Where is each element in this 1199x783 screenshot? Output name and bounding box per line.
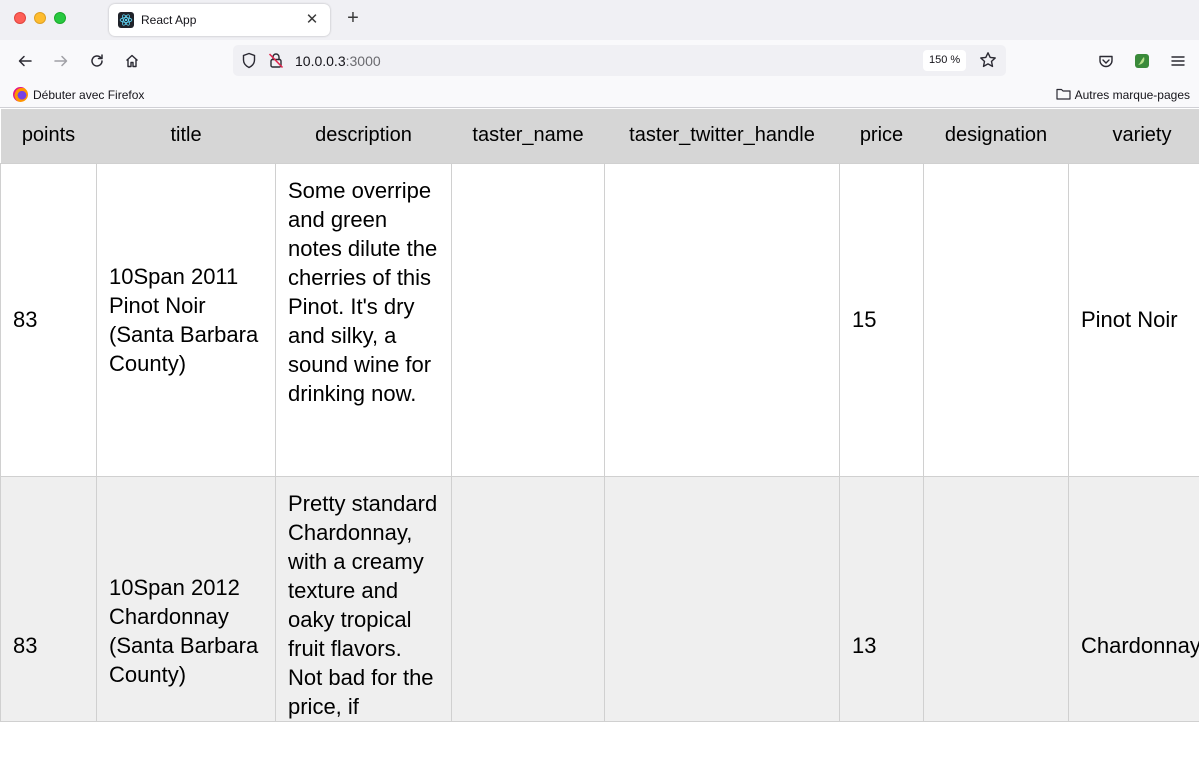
url-text[interactable]: 10.0.0.3:3000 bbox=[295, 53, 381, 69]
cell-title: 10Span 2011 Pinot Noir (Santa Barbara Co… bbox=[96, 162, 276, 477]
table-row: 83 10Span 2011 Pinot Noir (Santa Barbara… bbox=[0, 162, 1199, 477]
forward-icon[interactable] bbox=[48, 48, 74, 74]
column-header-taster-name: taster_name bbox=[472, 124, 584, 147]
minimize-window-button[interactable] bbox=[34, 12, 46, 24]
cell-description: Some overripe and green notes dilute the… bbox=[275, 162, 452, 477]
maximize-window-button[interactable] bbox=[54, 12, 66, 24]
table-row: 83 10Span 2012 Chardonnay (Santa Barbara… bbox=[0, 475, 1199, 722]
url-host: 10.0.0.3 bbox=[295, 53, 346, 69]
bookmarks-bar: Débuter avec Firefox Autres marque-pages bbox=[0, 82, 1199, 108]
star-icon[interactable] bbox=[979, 51, 997, 74]
cell-designation bbox=[923, 475, 1069, 722]
close-window-button[interactable] bbox=[14, 12, 26, 24]
cell-price: 13 bbox=[839, 475, 924, 722]
other-bookmarks[interactable]: Autres marque-pages bbox=[1055, 87, 1190, 103]
tab-bar: React App ✕ + bbox=[0, 0, 1199, 40]
cell-variety: Chardonnay bbox=[1068, 475, 1199, 722]
url-port: :3000 bbox=[345, 53, 381, 69]
shield-icon[interactable] bbox=[241, 52, 257, 74]
cell-variety: Pinot Noir bbox=[1068, 162, 1199, 477]
cell-title: 10Span 2012 Chardonnay (Santa Barbara Co… bbox=[96, 475, 276, 722]
zoom-level-button[interactable]: 150 % bbox=[923, 50, 967, 71]
new-tab-button[interactable]: + bbox=[342, 6, 364, 30]
column-header-taster-twitter-handle: taster_twitter_handle bbox=[629, 124, 815, 147]
table-header-row: points title description taster_name tas… bbox=[0, 109, 1199, 163]
column-header-title: title bbox=[170, 124, 202, 147]
cell-taster-twitter-handle bbox=[604, 475, 840, 722]
back-icon[interactable] bbox=[12, 48, 38, 74]
column-header-description: description bbox=[315, 124, 412, 147]
address-bar[interactable]: 10.0.0.3:3000 150 % bbox=[233, 45, 1006, 76]
bookmark-label: Débuter avec Firefox bbox=[33, 87, 145, 102]
firefox-icon bbox=[13, 87, 28, 102]
pocket-icon[interactable] bbox=[1093, 48, 1119, 74]
close-tab-icon[interactable]: ✕ bbox=[302, 10, 322, 30]
menu-icon[interactable] bbox=[1165, 48, 1191, 74]
page-viewport[interactable]: points title description taster_name tas… bbox=[0, 109, 1199, 739]
reload-icon[interactable] bbox=[84, 48, 110, 74]
cell-taster-twitter-handle bbox=[604, 162, 840, 477]
home-icon[interactable] bbox=[119, 48, 145, 74]
other-bookmarks-label: Autres marque-pages bbox=[1074, 88, 1190, 102]
navigation-toolbar: 10.0.0.3:3000 150 % bbox=[0, 40, 1199, 82]
cell-designation bbox=[923, 162, 1069, 477]
wine-table: points title description taster_name tas… bbox=[0, 109, 1199, 722]
cell-points: 83 bbox=[0, 162, 97, 477]
page-bottom-blank bbox=[0, 739, 1199, 783]
cell-taster-name bbox=[451, 162, 605, 477]
extension-icon[interactable] bbox=[1129, 48, 1155, 74]
cell-price: 15 bbox=[839, 162, 924, 477]
cell-points: 83 bbox=[0, 475, 97, 722]
bookmark-getting-started[interactable]: Débuter avec Firefox bbox=[13, 87, 144, 102]
column-header-points: points bbox=[21, 124, 76, 147]
react-icon bbox=[118, 12, 134, 28]
lock-icon[interactable] bbox=[268, 52, 284, 74]
cell-taster-name bbox=[451, 475, 605, 722]
folder-icon bbox=[1055, 87, 1071, 103]
cell-description: Pretty standard Chardonnay, with a cream… bbox=[275, 475, 452, 722]
column-header-variety: variety bbox=[1112, 124, 1172, 147]
column-header-price: price bbox=[859, 124, 904, 147]
tab-title: React App bbox=[141, 13, 197, 27]
browser-tab[interactable]: React App ✕ bbox=[109, 4, 330, 36]
column-header-designation: designation bbox=[944, 124, 1048, 147]
